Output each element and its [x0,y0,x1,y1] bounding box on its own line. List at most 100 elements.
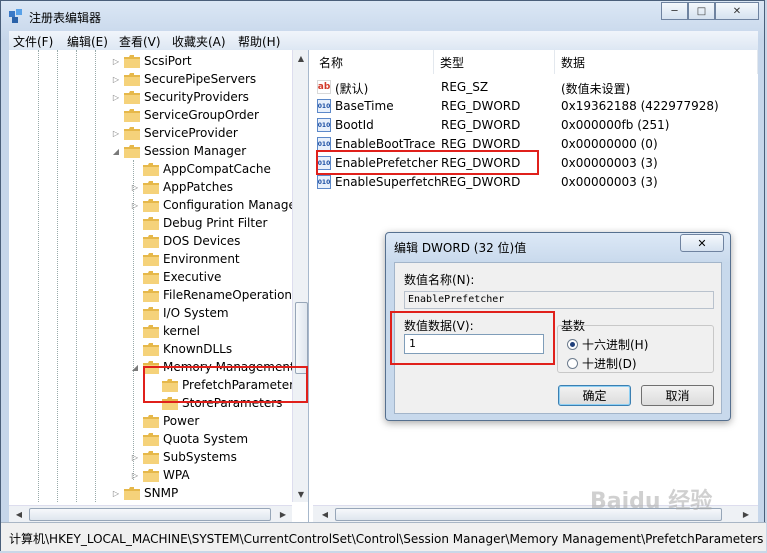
maximize-button[interactable]: □ [688,2,715,20]
value-name-field: EnablePrefetcher [404,291,714,309]
string-value-icon: ab [317,80,331,94]
cancel-button[interactable]: 取消 [641,385,714,406]
tree-item-label: kernel [163,324,200,338]
status-bar: 计算机\HKEY_LOCAL_MACHINE\SYSTEM\CurrentCon… [1,522,766,551]
collapse-arrow-icon[interactable]: ◢ [112,147,120,156]
tree-item-label: SecurePipeServers [144,72,257,86]
value-row[interactable]: 010 BootId REG_DWORD 0x000000fb (251) [313,116,758,135]
value-row[interactable]: 010 BaseTime REG_DWORD 0x19362188 (42297792… [313,97,758,116]
value-type: REG_DWORD [441,175,521,189]
column-header-data[interactable]: 数据 [555,50,758,74]
expand-arrow-icon[interactable]: ▷ [131,183,139,192]
folder-icon [143,198,159,212]
tree-item[interactable]: DOS Devices [131,232,240,250]
expand-arrow-icon[interactable]: ▷ [112,489,120,498]
tree-item[interactable]: I/O System [131,304,229,322]
key-tree-pane: ▷ ScsiPort ▷ SecurePipeServers ▷ SecurityProv… [9,50,309,522]
tree-item[interactable]: ▷ SecurePipeServers [112,70,256,88]
value-data: (数值未设置) [561,82,631,96]
scroll-down-arrow[interactable]: ▼ [293,486,308,502]
radio-empty-icon [567,358,578,369]
scroll-right-arrow[interactable]: ▶ [275,506,291,522]
tree-horizontal-scrollbar[interactable]: ◀ ▶ [9,505,292,522]
folder-icon [143,234,159,248]
folder-icon [124,126,140,140]
tree-item[interactable]: ▷ WPA [131,466,190,484]
tree-item[interactable]: ▷ SNMP [112,484,178,502]
tree-item-label: ServiceGroupOrder [144,108,259,122]
no-expander [131,237,139,245]
tree-item-label: ServiceProvider [144,126,238,140]
tree-item[interactable]: AppCompatCache [131,160,271,178]
dec-radio[interactable]: 十进制(D) [567,355,637,372]
tree-item[interactable]: ▷ SubSystems [131,448,237,466]
scroll-thumb[interactable] [295,302,308,374]
tree-item-label: Session Manager [144,144,247,158]
folder-icon [143,414,159,428]
tree-item[interactable]: Executive [131,268,221,286]
menu-favorites[interactable]: 收藏夹(A) [172,33,226,50]
tree-item-label: WPA [163,468,190,482]
scroll-left-arrow[interactable]: ◀ [11,506,27,522]
folder-icon [143,324,159,338]
tree-item-label: Power [163,414,200,428]
tree-item[interactable]: FileRenameOperations [131,286,298,304]
tree-item[interactable]: kernel [131,322,200,340]
list-scroll-left-arrow[interactable]: ◀ [317,506,333,522]
column-header-name[interactable]: 名称 [313,50,434,74]
folder-icon [124,72,140,86]
tree-item-label: SNMP [144,486,179,500]
no-expander [131,345,139,353]
expand-arrow-icon[interactable]: ▷ [112,75,120,84]
tree-item[interactable]: Debug Print Filter [131,214,267,232]
tree-item[interactable]: KnownDLLs [131,340,232,358]
watermark-text: Baidu 经验 [590,489,713,514]
collapse-arrow-icon[interactable]: ◢ [131,363,139,372]
tree-item[interactable]: ▷ Configuration Manager [131,196,301,214]
menu-help[interactable]: 帮助(H) [238,33,280,50]
expand-arrow-icon[interactable]: ▷ [112,93,120,102]
highlight-prefetchparameters [143,366,308,403]
tree-item[interactable]: ◢ Session Manager [112,142,246,160]
dialog-close-button[interactable]: ✕ [680,234,724,252]
menu-view[interactable]: 查看(V) [119,33,161,50]
tree-item[interactable]: Power [131,412,199,430]
tree-item-label: SubSystems [163,450,237,464]
list-scroll-right-arrow[interactable]: ▶ [738,506,754,522]
no-expander [131,309,139,317]
tree-item[interactable]: ▷ AppPatches [131,178,233,196]
hscroll-thumb[interactable] [29,508,271,521]
expand-arrow-icon[interactable]: ▷ [131,201,139,210]
column-header-type[interactable]: 类型 [434,50,555,74]
tree-item[interactable]: Quota System [131,430,248,448]
title-bar[interactable]: 注册表编辑器 ─ □ ✕ [1,1,766,31]
scroll-up-arrow[interactable]: ▲ [293,50,308,66]
tree-item[interactable]: ▷ ScsiPort [112,52,192,70]
value-name: BaseTime [335,99,394,113]
tree-item-label: Environment [163,252,240,266]
expand-arrow-icon[interactable]: ▷ [131,471,139,480]
value-type: REG_DWORD [441,137,521,151]
close-button[interactable]: ✕ [715,2,759,20]
tree-item[interactable]: ▷ SecurityProviders [112,88,249,106]
value-name: BootId [335,118,374,132]
no-expander [131,165,139,173]
expand-arrow-icon[interactable]: ▷ [112,129,120,138]
tree-item[interactable]: Environment [131,250,240,268]
tree-item-label: Quota System [163,432,249,446]
tree-item-label: Configuration Manager [163,198,301,212]
value-row[interactable]: ab (默认) REG_SZ (数值未设置) [313,78,758,97]
menu-file[interactable]: 文件(F) [13,33,53,50]
expand-arrow-icon[interactable]: ▷ [131,453,139,462]
value-name: EnableBootTrace [335,137,436,151]
value-row[interactable]: 010 EnableSuperfetch REG_DWORD 0x00000003 (… [313,173,758,192]
expand-arrow-icon[interactable]: ▷ [112,57,120,66]
minimize-button[interactable]: ─ [661,2,688,20]
tree-item[interactable]: ServiceGroupOrder [112,106,259,124]
tree-item-label: ScsiPort [144,54,192,68]
hex-radio[interactable]: 十六进制(H) [567,336,648,353]
ok-button[interactable]: 确定 [558,385,631,406]
menu-edit[interactable]: 编辑(E) [67,33,108,50]
tree-item[interactable]: ▷ ServiceProvider [112,124,238,142]
tree-vertical-scrollbar[interactable]: ▲ ▼ [292,50,308,502]
